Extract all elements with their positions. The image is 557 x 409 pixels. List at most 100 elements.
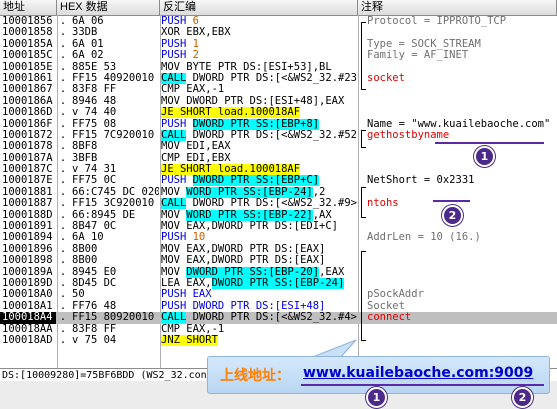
code-row[interactable]: 10001896. 8B00 MOV EAX,DWORD PTR DS:[EAX] (0, 244, 557, 255)
row-hex: v 75 04 (72, 334, 117, 346)
code-row[interactable]: 1000186F. FF75 08 PUSH DWORD PTR SS:[EBP+8… (0, 118, 557, 130)
disasm-token: DWORD PTR DS:[<&WS2_32.#52>] (186, 129, 357, 141)
row-mark: . (59, 50, 67, 62)
disasm-token: CALL (161, 312, 187, 324)
row-disasm: PUSH 1 (161, 39, 357, 50)
code-row[interactable]: 1000187E. FF75 0C PUSH DWORD PTR SS:[EBP+C… (0, 175, 557, 187)
disasm-token: PUSH (161, 16, 193, 27)
row-address: 10001867 (2, 84, 53, 96)
row-mark: . (59, 175, 67, 187)
comment-token: Type = SOCK_STREAM (367, 38, 481, 50)
row-address: 10001856 (2, 16, 53, 27)
disasm-token: DWORD PTR DS:[<&WS2_32.#23>] (186, 72, 357, 84)
code-row[interactable]: 10001891. 8B47 0C MOV EAX,DWORD PTR DS:[ED… (0, 221, 557, 232)
row-disasm: XOR EBX,EBX (161, 27, 357, 38)
row-comment: gethostbyname (359, 130, 557, 141)
row-hex: FF15 7C920010 (72, 129, 155, 141)
code-row[interactable]: 10001887. FF15 3C920010 CALL DWORD PTR DS:… (0, 198, 557, 210)
column-header: 地址 HEX 数据 反汇编 注释 (0, 0, 557, 16)
row-hex: FF75 08 (72, 118, 117, 130)
row-mark: . (59, 152, 67, 164)
code-row[interactable]: 10001894. 6A 10 PUSH 10 AddrLen = 10 (16.) (0, 232, 557, 243)
row-comment: Name = "www.kuailebaoche.com" (359, 119, 557, 130)
row-disasm: CMP EDI,EBX (161, 153, 357, 164)
code-row[interactable]: 10001867. 83F8 FF CMP EAX,-1 (0, 84, 557, 95)
badge-two-bottom: 2 (512, 387, 533, 408)
row-hex: FF75 0C (72, 175, 117, 187)
row-mark: . (59, 16, 67, 27)
code-row[interactable]: 1000188D. 66:8945 DE MOV WORD PTR SS:[EBP-… (0, 209, 557, 221)
row-mark: . (59, 289, 67, 301)
row-disasm: PUSH 6 (161, 16, 357, 27)
row-disasm: LEA EAX,DWORD PTR SS:[EBP-24] (161, 277, 357, 289)
row-disasm: MOV EAX,DWORD PTR DS:[EDI+C] (161, 221, 357, 232)
disasm-token: DWORD PTR DS:[<&WS2_32.#9>] (186, 198, 357, 210)
code-row[interactable]: 1000186D. v 74 40 JE SHORT load.100018AF (0, 107, 557, 119)
code-row[interactable]: 1000189D. 8D45 DC LEA EAX,DWORD PTR SS:[EB… (0, 277, 557, 289)
row-comment: connect (359, 312, 557, 323)
row-hex: 66:8945 DE (72, 209, 136, 221)
code-row[interactable]: 100018A1. FF76 48 PUSH DWORD PTR DS:[ESI+4… (0, 301, 557, 312)
row-address: 100018AD (2, 334, 53, 346)
header-disasm[interactable]: 反汇编 (160, 0, 358, 15)
row-mark: . (59, 266, 67, 278)
code-row[interactable]: 100018A0. 50 PUSH EAX pSockAddr (0, 289, 557, 300)
comment-token: Family = AF_INET (367, 50, 469, 62)
header-comment[interactable]: 注释 (358, 0, 557, 15)
comment-token: AddrLen = 10 (16.) (367, 232, 481, 244)
header-hex[interactable]: HEX 数据 (57, 0, 160, 15)
disasm-token: PUSH (161, 118, 193, 130)
row-hex: FF76 48 (72, 300, 117, 312)
row-mark: . (59, 312, 67, 324)
row-mark: . (59, 72, 67, 84)
code-row[interactable]: 1000189A. 8945 E0 MOV DWORD PTR SS:[EBP-20… (0, 266, 557, 278)
row-hex: 6A 02 (72, 50, 104, 62)
code-row[interactable]: 1000187C. v 74 31 JE SHORT load.100018AF (0, 164, 557, 176)
row-comment (359, 27, 557, 38)
disasm-token: CMP EAX,-1 (161, 84, 225, 96)
row-mark: . (59, 323, 67, 335)
code-row[interactable]: 100018A4. FF15 80920010 CALL DWORD PTR DS:… (0, 312, 557, 324)
code-row[interactable]: 10001881. 66:C745 DC 0200 MOV WORD PTR SS:… (0, 186, 557, 198)
call-bracket-connect (361, 251, 366, 341)
code-row[interactable]: 10001858. 33DB XOR EBX,EBX (0, 27, 557, 38)
row-address: 1000187C (2, 164, 53, 176)
code-row[interactable]: 10001861. FF15 40920010 CALL DWORD PTR DS:… (0, 72, 557, 84)
code-row[interactable]: 1000185A. 6A 01 PUSH 1 Type = SOCK_STREAM (0, 39, 557, 50)
code-row[interactable]: 10001898. 8B00 MOV EAX,DWORD PTR DS:[EAX] (0, 255, 557, 266)
disasm-token: DWORD PTR DS:[<&WS2_32.#4>] (186, 312, 357, 324)
row-mark: . (59, 232, 67, 244)
row-disasm: PUSH DWORD PTR DS:[ESI+48] (161, 301, 357, 312)
disasm-token: MOV (161, 209, 187, 221)
disasm-token: MOV (161, 186, 187, 198)
row-disasm: PUSH DWORD PTR SS:[EBP+C] (161, 175, 357, 187)
row-disasm: PUSH 10 (161, 232, 357, 243)
row-address: 1000185C (2, 50, 53, 62)
code-row[interactable]: 1000186A. 8946 48 MOV DWORD PTR DS:[ESI+48… (0, 96, 557, 107)
row-hex: FF15 40920010 (72, 72, 155, 84)
row-address: 100018AA (2, 323, 53, 335)
code-row[interactable]: 10001856. 6A 06 PUSH 6 Protocol = IPPROTO_T… (0, 16, 557, 27)
row-comment: Protocol = IPPROTO_TCP (359, 16, 557, 27)
header-address[interactable]: 地址 (0, 0, 57, 15)
comment-token: NetShort = 0x2331 (367, 175, 475, 187)
port-underline (433, 200, 470, 202)
disasm-token: DWORD PTR SS:[EBP+C] (192, 175, 320, 187)
comment-token: socket (367, 72, 405, 84)
row-address: 10001878 (2, 141, 53, 153)
row-mark: . (59, 255, 67, 267)
disassembly-grid[interactable]: 10001856. 6A 06 PUSH 6 Protocol = IPPROTO_T… (0, 16, 557, 346)
code-row[interactable]: 1000185C. 6A 02 PUSH 2 Family = AF_INET (0, 50, 557, 61)
row-comment (359, 164, 557, 175)
row-hex: 83F8 FF (72, 84, 117, 96)
code-row[interactable]: 100018AA. 83F8 FF CMP EAX,-1 (0, 324, 557, 335)
code-row[interactable]: 10001872. FF15 7C920010 CALL DWORD PTR DS:… (0, 129, 557, 141)
code-row[interactable]: 1000185E. 885E 53 MOV BYTE PTR DS:[ESI+53]… (0, 62, 557, 73)
row-address: 100018A4 (0, 312, 56, 324)
code-row[interactable]: 100018AD. v 75 04 JNZ SHORT (0, 334, 557, 346)
disasm-token: WORD PTR SS:[EBP-22] (186, 209, 313, 221)
row-comment (359, 278, 557, 289)
row-comment (359, 153, 557, 164)
comment-token: gethostbyname (367, 129, 450, 141)
row-address: 1000188D (2, 209, 53, 221)
